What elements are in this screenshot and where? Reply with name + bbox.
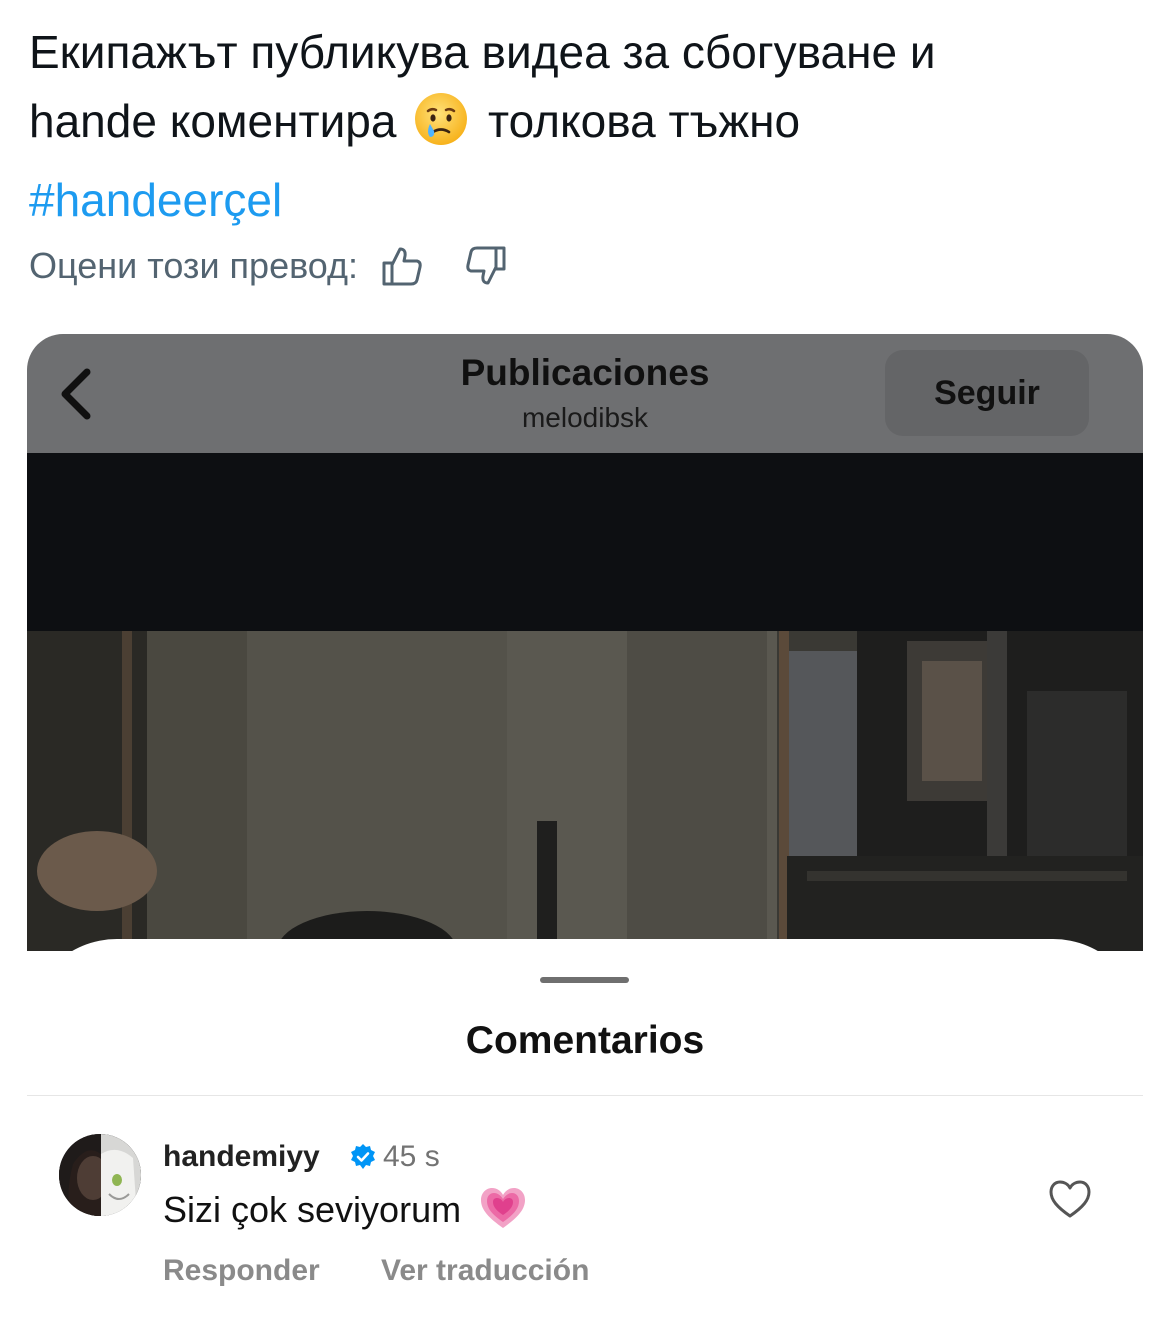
sad-but-relieved-face-emoji [413, 91, 469, 166]
tweet-text-part: hande коментира [29, 95, 397, 147]
video-frame[interactable] [27, 631, 1143, 951]
see-translation-button[interactable]: Ver traducción [381, 1254, 589, 1288]
comment-text: Sizi çok seviyorum [163, 1186, 527, 1239]
comment-timestamp: 45 s [383, 1140, 440, 1173]
instagram-header: Publicaciones melodibsk Seguir [27, 334, 1143, 453]
rate-translation-row: Оцени този превод: [29, 238, 508, 294]
tweet-text-part: толкова тъжно [488, 95, 801, 147]
avatar[interactable] [59, 1134, 141, 1216]
comments-sheet: Comentarios handemiyy 45 s Sizi çok sevi… [27, 939, 1143, 1343]
rate-translation-label: Оцени този превод: [29, 245, 359, 286]
video-letterbox [27, 453, 1143, 631]
tweet-text: Екипажът публикува видеа за сбогуване и … [29, 18, 1139, 235]
attached-screenshot[interactable]: Publicaciones melodibsk Seguir Comentari… [27, 334, 1143, 1343]
tweet-text-line-2: hande коментира толкова тъжно [29, 87, 1139, 166]
comment-item: handemiyy 45 s Sizi çok seviyorum Respon… [27, 1096, 1143, 1343]
follow-button[interactable]: Seguir [885, 350, 1089, 436]
comments-title: Comentarios [465, 1019, 705, 1062]
comment-body: Sizi çok seviyorum [163, 1189, 462, 1230]
hashtag-link[interactable]: #handeerçel [29, 166, 1139, 235]
tweet-text-line-1: Екипажът публикува видеа за сбогуване и [29, 26, 936, 78]
growing-heart-emoji [479, 1186, 527, 1239]
verified-badge-icon [349, 1143, 377, 1176]
comment-username[interactable]: handemiyy [163, 1140, 320, 1174]
heart-outline-icon[interactable] [1047, 1178, 1093, 1225]
reply-button[interactable]: Responder [163, 1254, 320, 1288]
thumbs-up-icon[interactable] [380, 244, 424, 288]
sheet-grabber[interactable] [540, 977, 629, 983]
thumbs-down-icon[interactable] [464, 244, 508, 288]
